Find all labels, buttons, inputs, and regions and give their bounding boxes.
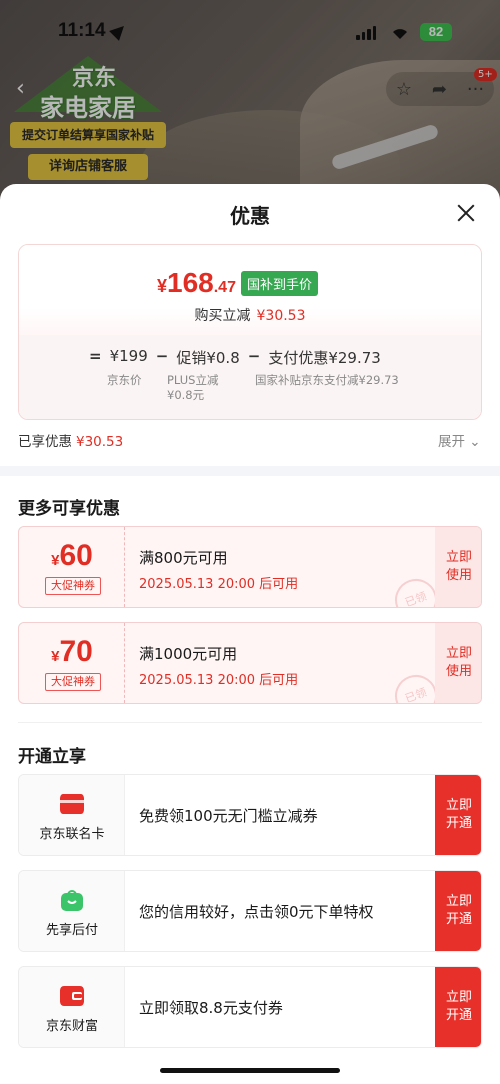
coupon-condition: 满800元可用 [139, 549, 228, 567]
promo-discount: 促销¥0.8 [176, 349, 240, 367]
promo-label-1: PLUS立减 [167, 373, 219, 387]
member-offer-card[interactable]: 先享后付 您的信用较好，点击领0元下单特权 立即开通 [18, 870, 482, 952]
coupon-card[interactable]: ¥70 大促神券 满1000元可用 2025.05.13 20:00 后可用 已… [18, 622, 482, 704]
member-name: 京东联名卡 [39, 827, 105, 842]
coupon-amount: ¥70 [51, 635, 93, 668]
coupon-amount: ¥60 [51, 539, 93, 572]
open-now-button[interactable]: 立即开通 [435, 967, 481, 1047]
base-price-label: 京东价 [107, 373, 142, 387]
price-formula: = ¥199 − 促销¥0.8 − 支付优惠¥29.73 [89, 347, 381, 367]
price-summary-card: ¥168.47 国补到手价 购买立减 ¥30.53 = ¥199 − 促销¥0.8… [18, 244, 482, 420]
expand-toggle[interactable]: 展开 ⌄ [438, 430, 481, 450]
credit-card-icon [60, 794, 84, 814]
close-icon[interactable] [455, 202, 477, 224]
coupon-tag: 大促神券 [45, 577, 101, 595]
more-offers-title: 更多可享优惠 [18, 499, 120, 519]
open-now-button[interactable]: 立即开通 [435, 871, 481, 951]
sheet-title: 优惠 [230, 204, 270, 228]
member-name: 先享后付 [45, 923, 98, 938]
wallet-icon [60, 986, 84, 1006]
subsidy-price-tag: 国补到手价 [241, 271, 319, 296]
final-price: ¥168.47 [157, 267, 236, 298]
home-indicator[interactable] [160, 1068, 340, 1073]
shopping-bag-icon [61, 890, 83, 911]
promo-label-2: ¥0.8元 [167, 388, 205, 402]
member-offer-card[interactable]: 京东联名卡 免费领100元无门槛立减券 立即开通 [18, 774, 482, 856]
coupon-condition: 满1000元可用 [139, 645, 238, 663]
use-coupon-button[interactable]: 立即使用 [435, 527, 481, 607]
member-offer-card[interactable]: 京东财富 立即领取8.8元支付券 立即开通 [18, 966, 482, 1048]
member-name: 京东财富 [45, 1019, 98, 1034]
payment-label: 国家补贴京东支付减¥29.73 [255, 373, 399, 387]
member-desc: 免费领100元无门槛立减券 [139, 807, 318, 825]
enjoyed-discount: 已享优惠 ¥30.53 [18, 434, 124, 450]
purchase-discount: 购买立减 ¥30.53 [194, 308, 306, 324]
discount-sheet: 优惠 ¥168.47 国补到手价 购买立减 ¥30.53 = ¥199 − 促销¥… [0, 184, 500, 1084]
coupon-time: 2025.05.13 20:00 后可用 [139, 577, 299, 592]
section-divider [0, 466, 500, 476]
member-desc: 您的信用较好，点击领0元下单特权 [139, 903, 374, 921]
coupon-time: 2025.05.13 20:00 后可用 [139, 673, 299, 688]
coupon-card[interactable]: ¥60 大促神券 满800元可用 2025.05.13 20:00 后可用 已领… [18, 526, 482, 608]
divider [18, 722, 482, 723]
payment-discount: 支付优惠¥29.73 [268, 349, 381, 367]
open-benefits-title: 开通立享 [18, 747, 86, 767]
open-now-button[interactable]: 立即开通 [435, 775, 481, 855]
modal-overlay[interactable] [0, 0, 500, 200]
coupon-tag: 大促神券 [45, 673, 101, 691]
member-desc: 立即领取8.8元支付券 [139, 999, 283, 1017]
use-coupon-button[interactable]: 立即使用 [435, 623, 481, 703]
base-price: ¥199 [109, 347, 148, 365]
